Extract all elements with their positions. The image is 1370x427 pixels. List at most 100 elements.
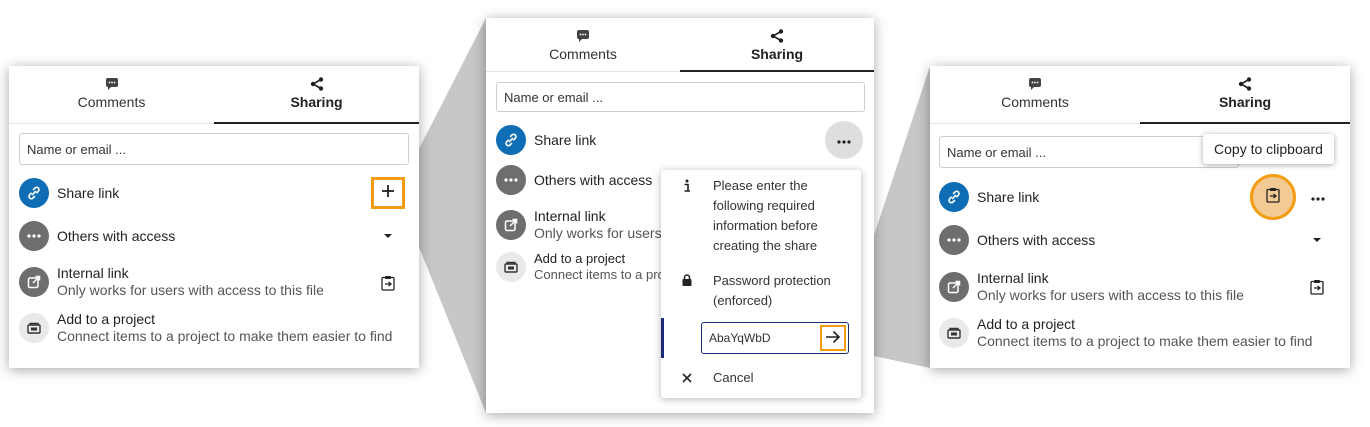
- search-input[interactable]: Name or email ...: [19, 133, 409, 165]
- password-value: AbaYqWbD: [709, 331, 771, 345]
- share-link-popover: Please enter the following required info…: [661, 170, 861, 398]
- share-link-label: Share link: [57, 185, 120, 201]
- tab-comments[interactable]: Comments: [930, 66, 1140, 123]
- share-icon: [1237, 76, 1253, 92]
- dots-icon: [837, 131, 851, 149]
- add-project-label: Add to a project: [977, 316, 1076, 332]
- tab-comments-label: Comments: [1001, 94, 1069, 110]
- internal-link-label: Internal link: [534, 208, 606, 224]
- sidebar-tabs: Comments Sharing: [486, 18, 874, 72]
- share-link-row: Share link: [496, 125, 596, 155]
- internal-link-label: Internal link: [57, 265, 129, 281]
- copy-tooltip: Copy to clipboard: [1203, 134, 1334, 164]
- add-project-description: Connect items to a project to make them …: [57, 328, 393, 344]
- dots-icon: [19, 221, 49, 251]
- internal-link-row: Internal link Only works for users with …: [19, 265, 324, 299]
- internal-link-label: Internal link: [977, 270, 1049, 286]
- others-access-row[interactable]: Others with access: [939, 225, 1095, 255]
- tab-sharing[interactable]: Sharing: [1140, 66, 1350, 124]
- search-input[interactable]: Name or email ...: [939, 136, 1239, 168]
- search-placeholder: Name or email ...: [947, 144, 1046, 160]
- others-access-row[interactable]: Others with access: [19, 221, 175, 251]
- dots-icon: [939, 225, 969, 255]
- project-icon: [939, 318, 969, 348]
- others-access-row[interactable]: Others with access: [496, 165, 652, 195]
- menu-cancel-label: Cancel: [713, 370, 754, 385]
- internal-link-description: Only works for users w: [534, 225, 676, 241]
- add-share-link-button[interactable]: [371, 177, 405, 209]
- tab-sharing[interactable]: Sharing: [680, 18, 874, 72]
- add-project-label: Add to a project: [534, 251, 626, 266]
- chevron-down-icon[interactable]: [381, 230, 395, 242]
- clipboard-icon: [1266, 187, 1280, 208]
- menu-info-item: Please enter the following required info…: [661, 176, 857, 256]
- share-link-menu-button[interactable]: [825, 121, 863, 159]
- project-icon: [496, 252, 526, 282]
- dots-icon: [1311, 188, 1325, 206]
- link-icon: [19, 178, 49, 208]
- tab-comments[interactable]: Comments: [9, 66, 214, 123]
- submit-password-button[interactable]: [820, 325, 846, 351]
- search-input[interactable]: Name or email ...: [496, 82, 865, 112]
- internal-link-description: Only works for users with access to this…: [977, 287, 1244, 303]
- focus-indicator: [661, 318, 664, 358]
- tab-sharing-label: Sharing: [290, 94, 343, 110]
- share-link-label: Share link: [534, 132, 597, 148]
- external-link-icon: [496, 210, 526, 240]
- comment-icon: [1027, 76, 1043, 92]
- close-icon: [675, 373, 699, 383]
- menu-cancel-item[interactable]: Cancel: [661, 368, 857, 388]
- add-project-row[interactable]: Add to a project Connect items to a proj…: [19, 311, 392, 345]
- share-link-menu-button[interactable]: [1308, 190, 1328, 204]
- sharing-panel-created: Comments Sharing Name or email ... Share…: [930, 66, 1350, 368]
- share-icon: [769, 28, 785, 44]
- add-project-description: Connect items to a project to make them …: [977, 333, 1313, 349]
- tab-comments-label: Comments: [549, 46, 617, 62]
- copy-tooltip-text: Copy to clipboard: [1214, 141, 1323, 157]
- menu-password-item: Password protection (enforced): [661, 271, 857, 311]
- password-input[interactable]: AbaYqWbD: [701, 322, 849, 354]
- share-link-label: Share link: [977, 189, 1040, 205]
- external-link-icon: [19, 267, 49, 297]
- tab-comments-label: Comments: [77, 94, 146, 110]
- add-project-row[interactable]: Add to a project Connect items to a proj…: [939, 316, 1312, 350]
- sidebar-tabs: Comments Sharing: [930, 66, 1350, 124]
- share-link-row: Share link: [19, 178, 119, 208]
- comment-icon: [104, 76, 120, 92]
- clipboard-icon[interactable]: [1308, 278, 1326, 296]
- tab-sharing-label: Sharing: [750, 46, 804, 62]
- comment-icon: [575, 28, 591, 44]
- sharing-panel-initial: Comments Sharing Name or email ... Share…: [9, 66, 419, 368]
- internal-link-row: Internal link Only works for users with …: [939, 270, 1244, 304]
- others-access-label: Others with access: [57, 228, 176, 244]
- internal-link-description: Only works for users with access to this…: [57, 282, 324, 298]
- chevron-down-icon[interactable]: [1310, 234, 1324, 246]
- sidebar-tabs: Comments Sharing: [9, 66, 419, 124]
- others-access-label: Others with access: [534, 172, 653, 188]
- menu-info-text: Please enter the following required info…: [713, 178, 818, 253]
- add-project-description: Connect items to a pro: [534, 267, 665, 282]
- external-link-icon: [939, 272, 969, 302]
- others-access-label: Others with access: [977, 232, 1096, 248]
- dots-icon: [496, 165, 526, 195]
- search-placeholder: Name or email ...: [504, 89, 603, 105]
- plus-icon: [380, 183, 396, 204]
- clipboard-icon[interactable]: [379, 274, 397, 292]
- info-icon: [675, 176, 699, 256]
- search-placeholder: Name or email ...: [27, 141, 126, 157]
- tab-sharing-label: Sharing: [1218, 94, 1272, 110]
- tab-sharing[interactable]: Sharing: [214, 66, 419, 124]
- tab-comments[interactable]: Comments: [486, 18, 680, 71]
- menu-password-label: Password protection (enforced): [713, 273, 831, 308]
- copy-link-button[interactable]: [1250, 174, 1296, 220]
- project-icon: [19, 313, 49, 343]
- internal-link-row: Internal link Only works for users w: [496, 208, 676, 242]
- link-icon: [496, 125, 526, 155]
- arrow-right-icon: [825, 330, 841, 347]
- link-icon: [939, 182, 969, 212]
- add-project-label: Add to a project: [57, 311, 156, 327]
- lock-icon: [675, 271, 699, 311]
- add-project-row[interactable]: Add to a project Connect items to a pro: [496, 251, 665, 283]
- share-icon: [309, 76, 325, 92]
- share-link-row: Share link: [939, 182, 1039, 212]
